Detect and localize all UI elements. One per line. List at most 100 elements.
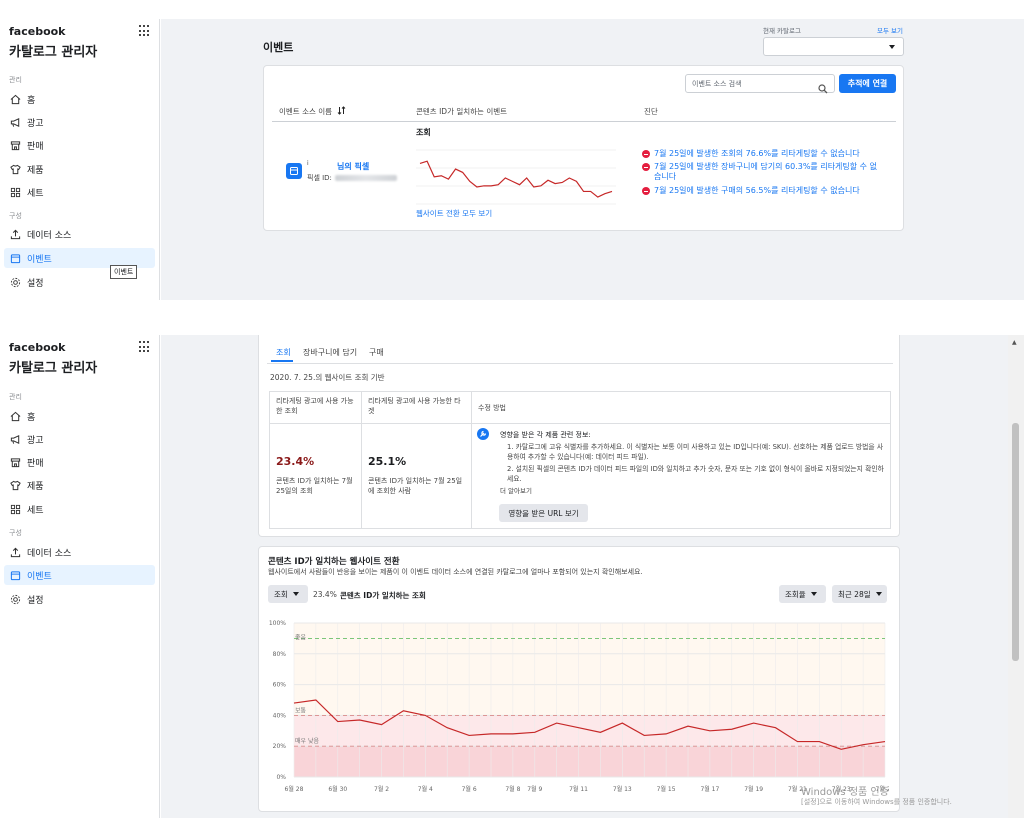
connect-tracking-button[interactable]: 추적에 연결 (839, 74, 896, 93)
facebook-logo: facebook (9, 25, 66, 38)
error-icon (642, 187, 650, 195)
sidebar: facebook 카탈로그 관리자 관리 홈 광고 판매 제품 세트 구성 데이… (0, 19, 160, 300)
page-title: 이벤트 (263, 41, 294, 54)
see-all-conversions-link[interactable]: 웹사이트 전환 모두 보기 (416, 208, 492, 219)
learn-more-link[interactable]: 더 알아보기 (500, 486, 532, 496)
view-all-link[interactable]: 모두 보기 (877, 25, 903, 35)
y-tick-label: 100% (269, 620, 286, 627)
diagnostic-item[interactable]: 7월 25일에 발생한 조회의 76.6%를 리타게팅할 수 없습니다 (642, 149, 882, 159)
match-pct: 23.4% (313, 590, 337, 599)
pixel-id-redacted (334, 175, 397, 181)
tab-add-to-cart[interactable]: 장바구니에 담기 (303, 347, 357, 358)
conversions-desc: 웹사이트에서 사람들이 반응을 보이는 제품이 이 이벤트 데이터 소스에 연결… (268, 568, 643, 576)
diagnostic-item[interactable]: 7월 25일에 발생한 구매의 56.5%를 리타게팅할 수 없습니다 (642, 186, 882, 196)
megaphone-icon (9, 433, 21, 445)
windows-activation-title: Windows 정품 인증 (801, 787, 889, 798)
sidebar-item-ads[interactable]: 광고 (4, 112, 155, 132)
tab-view[interactable]: 조회 (276, 347, 291, 358)
sidebar-item-label: 세트 (27, 505, 44, 516)
home-icon (9, 410, 21, 422)
sidebar-item-home[interactable]: 홈 (4, 89, 155, 109)
chevron-down-icon (810, 592, 817, 596)
sidebar-item-ads[interactable]: 광고 (4, 429, 155, 449)
sidebar-item-sets[interactable]: 세트 (4, 499, 155, 519)
sparkline-chart (416, 149, 616, 205)
sidebar-item-products[interactable]: 제품 (4, 159, 155, 179)
sidebar-item-data-sources[interactable]: 데이터 소스 (4, 224, 155, 244)
threshold-label: 매우 낮음 (295, 737, 319, 745)
sidebar-item-label: 홈 (27, 95, 36, 106)
sidebar-item-events[interactable]: 이벤트 (4, 565, 155, 585)
events-card: 이벤트 소스 검색 추적에 연결 이벤트 소스 이름 콘텐츠 ID가 일치하는 … (263, 65, 904, 231)
source-name-prefix: i (307, 160, 309, 167)
scroll-thumb[interactable] (1012, 423, 1019, 661)
table-header: 수정 방법 (478, 404, 506, 412)
sidebar-item-products[interactable]: 제품 (4, 475, 155, 495)
calendar-icon (9, 569, 21, 581)
x-tick-label: 7월 8 (505, 785, 520, 793)
gear-icon (9, 593, 21, 605)
threshold-label: 보통 (295, 707, 307, 714)
apps-grid-icon[interactable] (139, 341, 151, 353)
fix-step-2: 2. 설치된 픽셀의 콘텐츠 ID가 데이터 피드 파일의 ID와 일치하고 추… (507, 465, 884, 483)
pct-audience-desc: 콘텐츠 ID가 일치하는 7월 25일에 조회한 사람 (368, 477, 463, 495)
main-content: 이벤트 현재 카탈로그 모두 보기 이벤트 소스 검색 추적에 연결 이벤트 소… (161, 19, 1024, 300)
table-header: 리타게팅 광고에 사용 가능한 타겟 (368, 397, 461, 415)
sidebar-item-label: 판매 (27, 141, 44, 152)
fix-title: 영향을 받은 각 제품 관련 정보: (500, 431, 591, 439)
tshirt-icon (9, 163, 21, 175)
y-tick-label: 0% (276, 774, 286, 781)
date-range-dropdown[interactable]: 최근 28일 (832, 585, 887, 603)
x-tick-label: 7월 11 (569, 785, 588, 793)
tshirt-icon (9, 479, 21, 491)
shop-icon (9, 139, 21, 151)
megaphone-icon (9, 116, 21, 128)
x-tick-label: 7월 17 (700, 785, 719, 793)
sidebar-item-home[interactable]: 홈 (4, 406, 155, 426)
y-tick-label: 20% (273, 743, 287, 750)
event-detail-card: 조회 장바구니에 담기 구매 2020. 7. 25.의 웹사이트 조회 기반 … (258, 335, 900, 537)
section-label-config: 구성 (9, 529, 22, 537)
scroll-up-icon[interactable]: ▲ (1012, 339, 1017, 346)
x-tick-label: 7월 9 (527, 785, 542, 793)
threshold-label: 좋음 (295, 634, 307, 641)
scrollbar[interactable]: ▲ (1008, 335, 1024, 818)
catalog-select[interactable] (763, 37, 904, 56)
col-header-source[interactable]: 이벤트 소스 이름 (279, 106, 346, 117)
sidebar: facebook 카탈로그 관리자 관리 홈 광고 판매 제품 세트 구성 데이… (0, 335, 160, 818)
windows-activation-desc: [설정]으로 이동하여 Windows를 정품 인증합니다. (801, 798, 952, 806)
chart-band-good (294, 623, 885, 716)
upload-icon (9, 546, 21, 558)
main-content: 조회 장바구니에 담기 구매 2020. 7. 25.의 웹사이트 조회 기반 … (161, 335, 1024, 818)
sidebar-item-sales[interactable]: 판매 (4, 135, 155, 155)
pct-views: 23.4% (276, 455, 315, 468)
x-tick-label: 7월 19 (744, 785, 763, 793)
tab-purchase[interactable]: 구매 (369, 347, 384, 358)
metric-dropdown[interactable]: 조회율 (779, 585, 826, 603)
sidebar-item-data-sources[interactable]: 데이터 소스 (4, 542, 155, 562)
sidebar-item-sales[interactable]: 판매 (4, 452, 155, 472)
view-affected-urls-button[interactable]: 영향을 받은 URL 보기 (499, 504, 588, 522)
sidebar-item-sets[interactable]: 세트 (4, 182, 155, 202)
y-tick-label: 80% (273, 651, 287, 658)
grid-set-icon (9, 186, 21, 198)
sparkline-series (419, 160, 613, 198)
search-input[interactable]: 이벤트 소스 검색 (692, 79, 742, 89)
event-dropdown[interactable]: 조회 (268, 585, 308, 603)
x-tick-label: 7월 13 (613, 785, 632, 793)
header-divider (272, 121, 896, 122)
home-icon (9, 93, 21, 105)
diagnostic-item[interactable]: 7월 25일에 발생한 장바구니에 담기의 60.3%를 리타게팅할 수 없습니… (642, 162, 882, 182)
source-name-link[interactable]: 님의 픽셀 (337, 161, 369, 172)
apps-grid-icon[interactable] (139, 25, 151, 37)
wrench-icon (477, 428, 489, 440)
app-title: 카탈로그 관리자 (9, 361, 98, 376)
sidebar-item-settings[interactable]: 설정 (4, 589, 155, 609)
col-header-matched: 콘텐츠 ID가 일치하는 이벤트 (416, 107, 508, 116)
event-source-search[interactable]: 이벤트 소스 검색 (685, 74, 835, 94)
section-label-manage: 관리 (9, 76, 22, 84)
sidebar-item-label: 홈 (27, 412, 36, 423)
section-label-config: 구성 (9, 212, 22, 220)
sidebar-item-label: 세트 (27, 188, 44, 199)
pixel-icon (286, 163, 302, 179)
